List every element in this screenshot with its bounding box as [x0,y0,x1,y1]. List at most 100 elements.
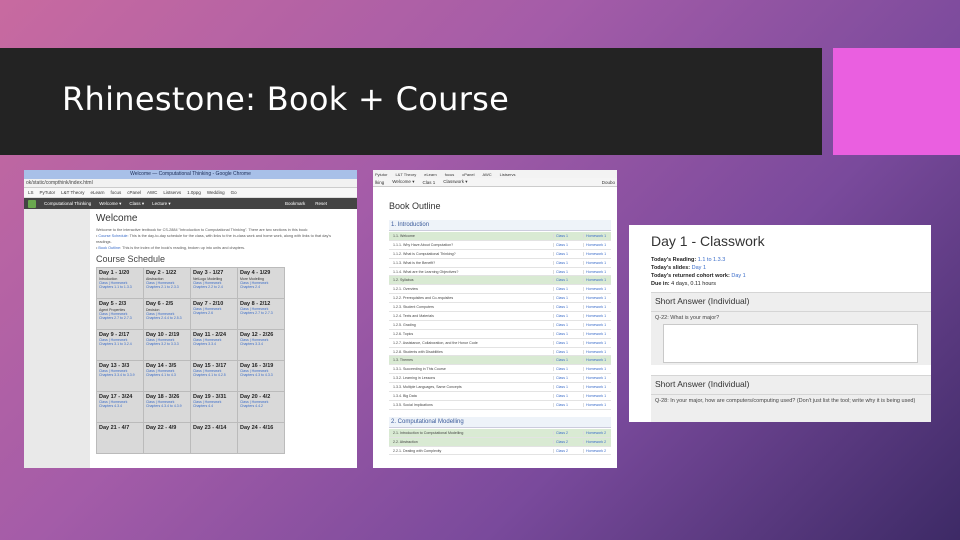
chapter-link[interactable]: 1.1. Welcome [389,234,553,238]
day-links[interactable]: Chapters 2.4.4 to 2.5.3 [146,316,188,320]
homework-link[interactable]: Homework 1 [583,313,611,318]
schedule-day-cell[interactable]: Day 5 - 2/3 Agent Properties Class | Homew… [97,299,143,329]
class-link[interactable]: Class 1 [553,233,583,238]
day-links[interactable]: Chapters 1.1 to 1.3.3 [99,285,141,289]
class-link[interactable]: Class 2 [553,448,583,453]
schedule-day-cell[interactable]: Day 9 - 2/17 Class | Homework Chapters 3.1… [97,330,143,360]
class-link[interactable]: Class 1 [553,402,583,407]
nav-welcome[interactable]: Welcome ▾ [99,201,121,207]
day-links[interactable]: Chapters 4.3 to 4.3.3 [240,373,282,377]
bookmark-item[interactable]: 1.0ppg [187,190,201,195]
schedule-day-cell[interactable]: Day 18 - 3/26 Class | Homework Chapters 4.… [144,392,190,422]
bookmark-item[interactable]: cPanel [127,190,141,195]
bookmark-item[interactable]: Wedding [207,190,225,195]
schedule-day-cell[interactable]: Day 3 - 1/27 NetLogo Modelling Class | Hom… [191,268,237,298]
nav-class[interactable]: Clas 1 [422,180,435,185]
homework-link[interactable]: Homework 1 [583,340,611,345]
nav-welcome[interactable]: Welcome ▾ [392,179,414,185]
homework-link[interactable]: Homework 1 [583,305,611,310]
chapter-link[interactable]: 1.3. Themes [389,358,553,362]
chapter-link[interactable]: 1.2.4. Texts and Materials [389,314,553,318]
homework-link[interactable]: Homework 1 [583,287,611,292]
bookmark-item[interactable]: eLearn [424,172,436,177]
day-links[interactable]: Chapters 4.1 to 4.2.5 [193,373,235,377]
bookmark-item[interactable]: Go [231,190,237,195]
day-links[interactable]: Chapters 2.1 to 2.3.3 [146,285,188,289]
class-link[interactable]: Class 1 [553,331,583,336]
schedule-day-cell[interactable]: Day 20 - 4/2 Class | Homework Chapters 4.4… [238,392,284,422]
chapter-link[interactable]: 1.3.1. Succeeding in This Course [389,367,553,371]
chapter-link[interactable]: 2.1. Introduction to Computational Model… [389,431,553,435]
chapter-link[interactable]: 1.1.3. What is the Benefit? [389,261,553,265]
chapter-link[interactable]: 1.2.3. Student Computers [389,305,553,309]
class-link[interactable]: Class 1 [553,287,583,292]
homework-link[interactable]: Homework 1 [583,260,611,265]
bookmark-item[interactable]: L&T Theory [395,172,416,177]
nav-classwork[interactable]: Classwork ▾ [443,179,467,185]
schedule-day-cell[interactable]: Day 6 - 2/5 Decision Class | Homework Chapt… [144,299,190,329]
day-links[interactable]: Chapters 2.6 [193,311,235,315]
book-outline-link[interactable]: Book Outline [98,246,120,250]
bookmark-item[interactable]: Listservs [163,190,181,195]
bookmark-item[interactable]: focus [445,172,455,177]
schedule-day-cell[interactable]: Day 14 - 3/5 Class | Homework Chapters 4.1… [144,361,190,391]
class-link[interactable]: Class 1 [553,242,583,247]
bookmark-item[interactable]: eLearn [90,190,104,195]
bookmark-item[interactable]: focus [110,190,121,195]
nav-bookmark[interactable]: Bookmark [285,201,305,206]
class-link[interactable]: Class 1 [553,322,583,327]
class-link[interactable]: Class 1 [553,305,583,310]
chapter-link[interactable]: 1.1.2. What is Computational Thinking? [389,252,553,256]
day-links[interactable]: Chapters 4.1 to 4.3 [146,373,188,377]
chapter-link[interactable]: 1.2.5. Grading [389,323,553,327]
chapter-link[interactable]: 1.2.6. Topics [389,332,553,336]
day-links[interactable]: Chapters 2.4 [240,285,282,289]
bookmark-item[interactable]: AWC [147,190,157,195]
schedule-day-cell[interactable]: Day 7 - 2/10 Class | Homework Chapters 2.6 [191,299,237,329]
chapter-link[interactable]: 2.2.1. Dealing with Complexity [389,449,553,453]
chapter-link[interactable]: 1.1.1. Why Have About Computation? [389,243,553,247]
class-link[interactable]: Class 1 [553,269,583,274]
class-link[interactable]: Class 1 [553,376,583,381]
day-links[interactable]: Chapters 2.7 to 2.7.3 [99,316,141,320]
nav-lecture[interactable]: Lecture ▾ [152,201,171,207]
schedule-day-cell[interactable]: Day 4 - 1/29 More Modelling Class | Homewo… [238,268,284,298]
schedule-day-cell[interactable]: Day 15 - 3/17 Class | Homework Chapters 4.… [191,361,237,391]
schedule-day-cell[interactable]: Day 8 - 2/12 Class | Homework Chapters 2.7… [238,299,284,329]
bookmark-item[interactable]: Pyiutor [375,172,387,177]
slides-link[interactable]: Day 1 [692,265,706,271]
homework-link[interactable]: Homework 1 [583,322,611,327]
homework-link[interactable]: Homework 1 [583,296,611,301]
schedule-day-cell[interactable]: Day 22 - 4/9 [144,423,190,453]
nav-reset[interactable]: Reset [315,201,327,206]
schedule-day-cell[interactable]: Day 17 - 3/24 Class | Homework Chapters 4.… [97,392,143,422]
class-link[interactable]: Class 2 [553,439,583,444]
cohort-link[interactable]: Day 1 [731,273,745,279]
bookmark-item[interactable]: AWC [482,172,491,177]
chapter-link[interactable]: 1.3.3. Multiple Languages, Same Concepts [389,385,553,389]
schedule-day-cell[interactable]: Day 1 - 1/20 Introduction Class | Homework… [97,268,143,298]
class-link[interactable]: Class 1 [553,296,583,301]
class-link[interactable]: Class 1 [553,393,583,398]
chapter-link[interactable]: 1.2. Syllabus [389,278,553,282]
homework-link[interactable]: Homework 2 [583,448,611,453]
chapter-link[interactable]: 1.2.7. Assistance, Collaboration, and th… [389,341,553,345]
schedule-day-cell[interactable]: Day 16 - 3/19 Class | Homework Chapters 4.… [238,361,284,391]
chapter-link[interactable]: 2.2. Abstraction [389,440,553,444]
homework-link[interactable]: Homework 1 [583,251,611,256]
homework-link[interactable]: Homework 1 [583,242,611,247]
day-links[interactable]: Chapters 4.4.2 [240,404,282,408]
chapter-link[interactable]: 1.1.4. What are the Learning Objectives? [389,270,553,274]
homework-link[interactable]: Homework 1 [583,376,611,381]
nav-class[interactable]: Class ▾ [129,201,144,207]
schedule-day-cell[interactable]: Day 13 - 3/3 Class | Homework Chapters 3.3… [97,361,143,391]
chapter-link[interactable]: 1.3.5. Social Implications [389,403,553,407]
chapter-link[interactable]: 1.2.8. Students with Disabilities [389,350,553,354]
class-link[interactable]: Class 1 [553,340,583,345]
schedule-day-cell[interactable]: Day 12 - 2/26 Class | Homework Chapters 3.… [238,330,284,360]
schedule-day-cell[interactable]: Day 19 - 3/31 Class | Homework Chapters 4.… [191,392,237,422]
homework-link[interactable]: Homework 1 [583,331,611,336]
reading-link[interactable]: 1.1 to 1.3.3 [698,257,726,263]
bookmark-item[interactable]: LS [28,190,34,195]
day-links[interactable]: Chapters 3.2 to 3.3.3 [146,342,188,346]
